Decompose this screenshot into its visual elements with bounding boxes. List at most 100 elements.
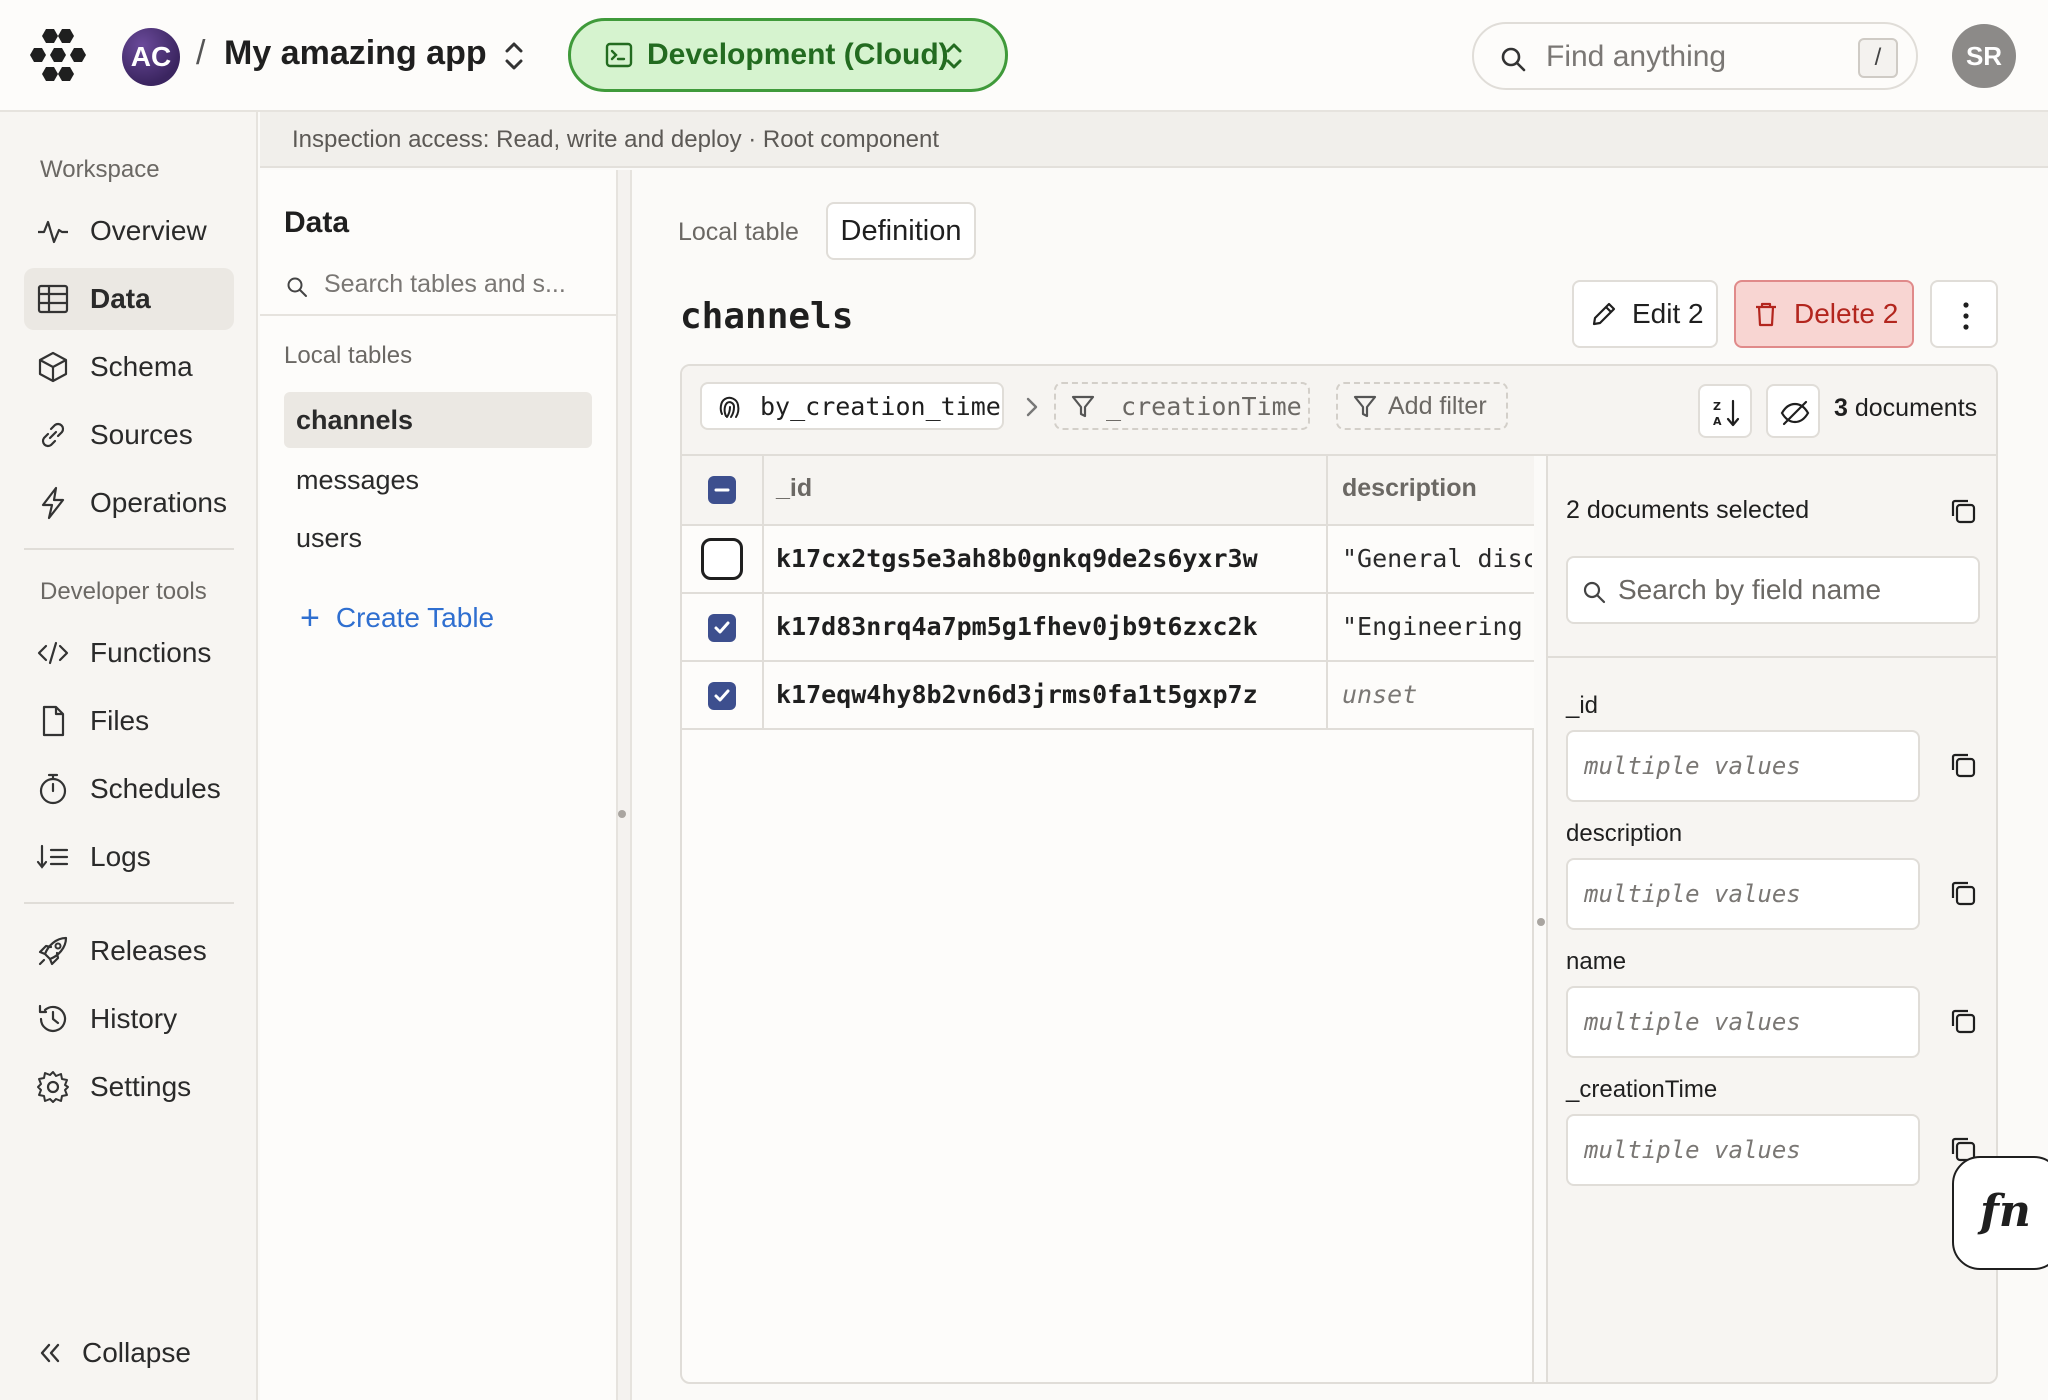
row-checkbox[interactable] xyxy=(708,682,736,710)
user-initials: SR xyxy=(1965,40,2003,71)
filter-bar: by_creation_time _creationTime Add filte… xyxy=(682,366,1996,456)
table-list-item[interactable]: messages xyxy=(284,452,592,508)
add-filter-button[interactable]: Add filter xyxy=(1336,382,1508,430)
column-divider xyxy=(762,456,764,730)
copy-icon[interactable] xyxy=(1948,496,1978,526)
history-icon xyxy=(38,1004,67,1032)
row-checkbox[interactable] xyxy=(701,538,743,580)
resize-grip-icon xyxy=(1537,918,1545,926)
sidebar-item-sources[interactable]: Sources xyxy=(24,404,234,466)
breadcrumb-separator: / xyxy=(196,34,206,72)
user-avatar[interactable]: SR xyxy=(1952,24,2016,88)
copy-icon[interactable] xyxy=(1948,878,1978,908)
sidebar-item-releases[interactable]: Releases xyxy=(24,920,234,982)
sort-order-button[interactable]: ZA xyxy=(1698,384,1752,438)
panel-resize-handle[interactable] xyxy=(618,170,632,1400)
field-value-name[interactable]: multiple values xyxy=(1566,986,1920,1058)
deployment-selector[interactable]: Development (Cloud) xyxy=(568,18,1008,92)
eye-off-icon xyxy=(1780,400,1810,426)
search-icon xyxy=(287,277,307,297)
field-label-id: _id xyxy=(1566,692,1599,719)
lightning-icon xyxy=(41,486,65,520)
workspace-heading: Workspace xyxy=(40,156,160,183)
file-icon xyxy=(42,705,65,737)
tables-panel: Data Search tables and s... Local tables… xyxy=(260,170,618,1400)
sidebar-divider xyxy=(24,902,234,904)
description-cell[interactable]: unset xyxy=(1342,680,1532,709)
document-id-cell[interactable]: k17d83nrq4a7pm5g1fhev0jb9t6zxc2k xyxy=(776,612,1258,641)
table-header-row: _id description xyxy=(682,456,1534,526)
check-icon xyxy=(714,621,730,634)
tab-local-table[interactable]: Local table xyxy=(678,218,799,247)
column-header-id[interactable]: _id xyxy=(776,474,812,503)
sidebar-item-logs[interactable]: Logs xyxy=(24,826,234,888)
sidebar-item-label: Operations xyxy=(90,487,227,518)
sidebar-item-data[interactable]: Data xyxy=(24,268,234,330)
tab-definition[interactable]: Definition xyxy=(826,202,976,260)
table-list-item[interactable]: users xyxy=(284,510,592,566)
chevron-up-down-icon[interactable] xyxy=(500,38,528,74)
stopwatch-icon xyxy=(39,773,67,805)
sidebar-item-label: Schema xyxy=(90,351,193,382)
delete-documents-button[interactable]: Delete 2 xyxy=(1734,280,1914,348)
chevron-right-icon xyxy=(1026,397,1038,417)
copy-icon[interactable] xyxy=(1948,1006,1978,1036)
edit-documents-button[interactable]: Edit 2 xyxy=(1572,280,1718,348)
field-value-description[interactable]: multiple values xyxy=(1566,858,1920,930)
sidebar-item-functions[interactable]: Functions xyxy=(24,622,234,684)
index-selector[interactable]: by_creation_time xyxy=(700,382,1004,430)
global-search-placeholder: Find anything xyxy=(1546,40,1727,73)
plus-icon: + xyxy=(300,599,320,637)
function-runner-button[interactable]: fn xyxy=(1952,1156,2048,1270)
global-search-input[interactable]: Find anything / xyxy=(1472,22,1918,90)
more-options-button[interactable] xyxy=(1930,280,1998,348)
column-header-description[interactable]: description xyxy=(1342,474,1477,503)
sidebar-item-files[interactable]: Files xyxy=(24,690,234,752)
field-value-id[interactable]: multiple values xyxy=(1566,730,1920,802)
app-logo-icon[interactable] xyxy=(28,26,88,86)
sidebar-item-label: Logs xyxy=(90,841,151,872)
team-avatar[interactable]: AC xyxy=(122,28,180,86)
sidebar-item-schedules[interactable]: Schedules xyxy=(24,758,234,820)
inspection-banner: Inspection access: Read, write and deplo… xyxy=(260,112,2048,168)
copy-icon[interactable] xyxy=(1948,750,1978,780)
add-filter-label: Add filter xyxy=(1388,391,1487,420)
sidebar-item-overview[interactable]: Overview xyxy=(24,200,234,262)
sidebar-item-schema[interactable]: Schema xyxy=(24,336,234,398)
sidebar-item-operations[interactable]: Operations xyxy=(24,472,234,534)
description-cell[interactable]: "General discu xyxy=(1342,544,1532,573)
sidebar-item-settings[interactable]: Settings xyxy=(24,1056,234,1118)
table-search-input[interactable]: Search tables and s... xyxy=(284,268,604,308)
editor-divider xyxy=(1548,656,1996,658)
hide-fields-button[interactable] xyxy=(1766,384,1820,438)
table-row[interactable]: k17d83nrq4a7pm5g1fhev0jb9t6zxc2k "Engine… xyxy=(682,594,1534,662)
create-table-label: Create Table xyxy=(335,602,495,633)
select-all-checkbox[interactable] xyxy=(708,476,736,504)
create-table-button[interactable]: + Create Table xyxy=(300,599,495,637)
document-id-cell[interactable]: k17eqw4hy8b2vn6d3jrms0fa1t5gxp7z xyxy=(776,680,1258,709)
tables-panel-title: Data xyxy=(284,206,350,239)
table-title: channels xyxy=(680,296,854,337)
dots-vertical-icon xyxy=(1963,302,1969,330)
table-list-item[interactable]: channels xyxy=(284,392,592,448)
editor-resize-handle[interactable] xyxy=(1534,456,1548,1382)
table-row[interactable]: k17cx2tgs5e3ah8b0gnkq9de2s6yxr3w "Genera… xyxy=(682,526,1534,594)
collapse-sidebar-button[interactable]: Collapse xyxy=(24,1322,234,1384)
gear-icon xyxy=(37,1071,69,1103)
pencil-icon xyxy=(1592,302,1616,326)
row-checkbox[interactable] xyxy=(708,614,736,642)
project-name[interactable]: My amazing app xyxy=(224,34,487,73)
description-cell[interactable]: "Engineering t xyxy=(1342,612,1532,641)
sidebar-item-label: History xyxy=(90,1003,178,1034)
field-value-creation-time[interactable]: multiple values xyxy=(1566,1114,1920,1186)
table-row[interactable]: k17eqw4hy8b2vn6d3jrms0fa1t5gxp7z unset xyxy=(682,662,1534,730)
sidebar-item-history[interactable]: History xyxy=(24,988,234,1050)
search-icon xyxy=(1501,47,1526,72)
sidebar-item-label: Data xyxy=(90,283,151,314)
search-shortcut-key: / xyxy=(1858,38,1898,78)
sidebar: Workspace Overview Data Schema Sources O… xyxy=(0,112,258,1400)
document-id-cell[interactable]: k17cx2tgs5e3ah8b0gnkq9de2s6yxr3w xyxy=(776,544,1258,573)
field-search-input[interactable]: Search by field name xyxy=(1566,556,1980,624)
sort-icon: ZA xyxy=(1713,399,1740,428)
index-field-filter[interactable]: _creationTime xyxy=(1054,382,1310,430)
